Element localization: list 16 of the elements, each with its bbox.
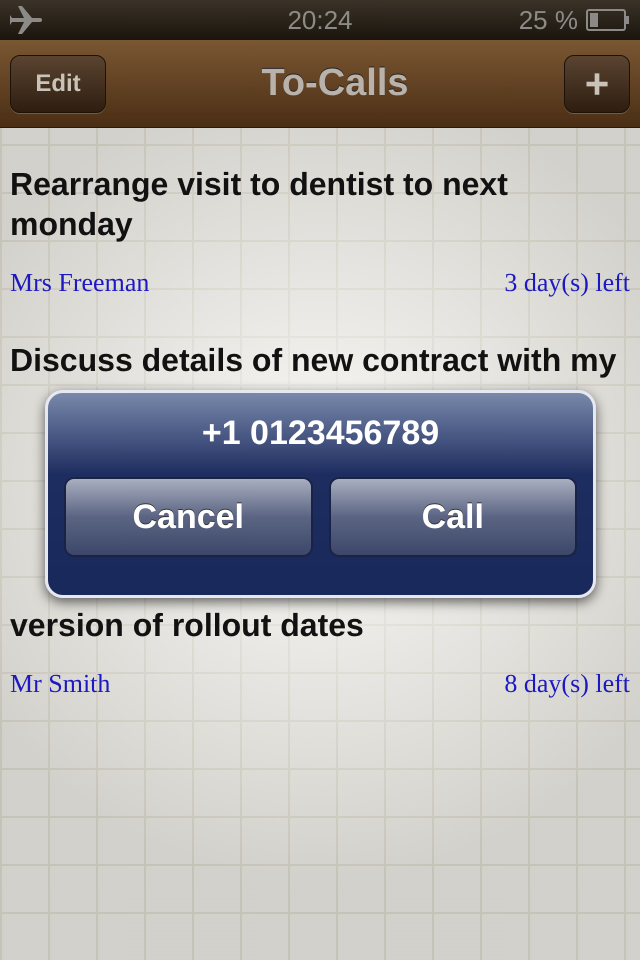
phone-number: +1 0123456789: [200, 413, 440, 453]
contact-name[interactable]: Mr Smith: [10, 669, 110, 699]
screen-title: To-Calls: [261, 61, 409, 106]
add-button[interactable]: +: [564, 54, 630, 112]
task-title: Discuss details of new contract with my: [10, 341, 618, 380]
edit-button[interactable]: Edit: [10, 54, 106, 112]
battery-icon: [586, 9, 630, 31]
days-left: 8 day(s) left: [504, 669, 630, 699]
battery-percent: 25 %: [518, 4, 578, 36]
task-title: Rearrange visit to dentist to next monday: [10, 165, 509, 244]
contact-name[interactable]: Mrs Freeman: [10, 268, 150, 298]
cancel-button[interactable]: Cancel: [64, 477, 312, 557]
task-title: version of rollout dates: [10, 606, 365, 645]
clock-time: 20:24: [287, 4, 353, 36]
days-left: 3 day(s) left: [504, 268, 630, 298]
call-button[interactable]: Call: [328, 477, 577, 557]
